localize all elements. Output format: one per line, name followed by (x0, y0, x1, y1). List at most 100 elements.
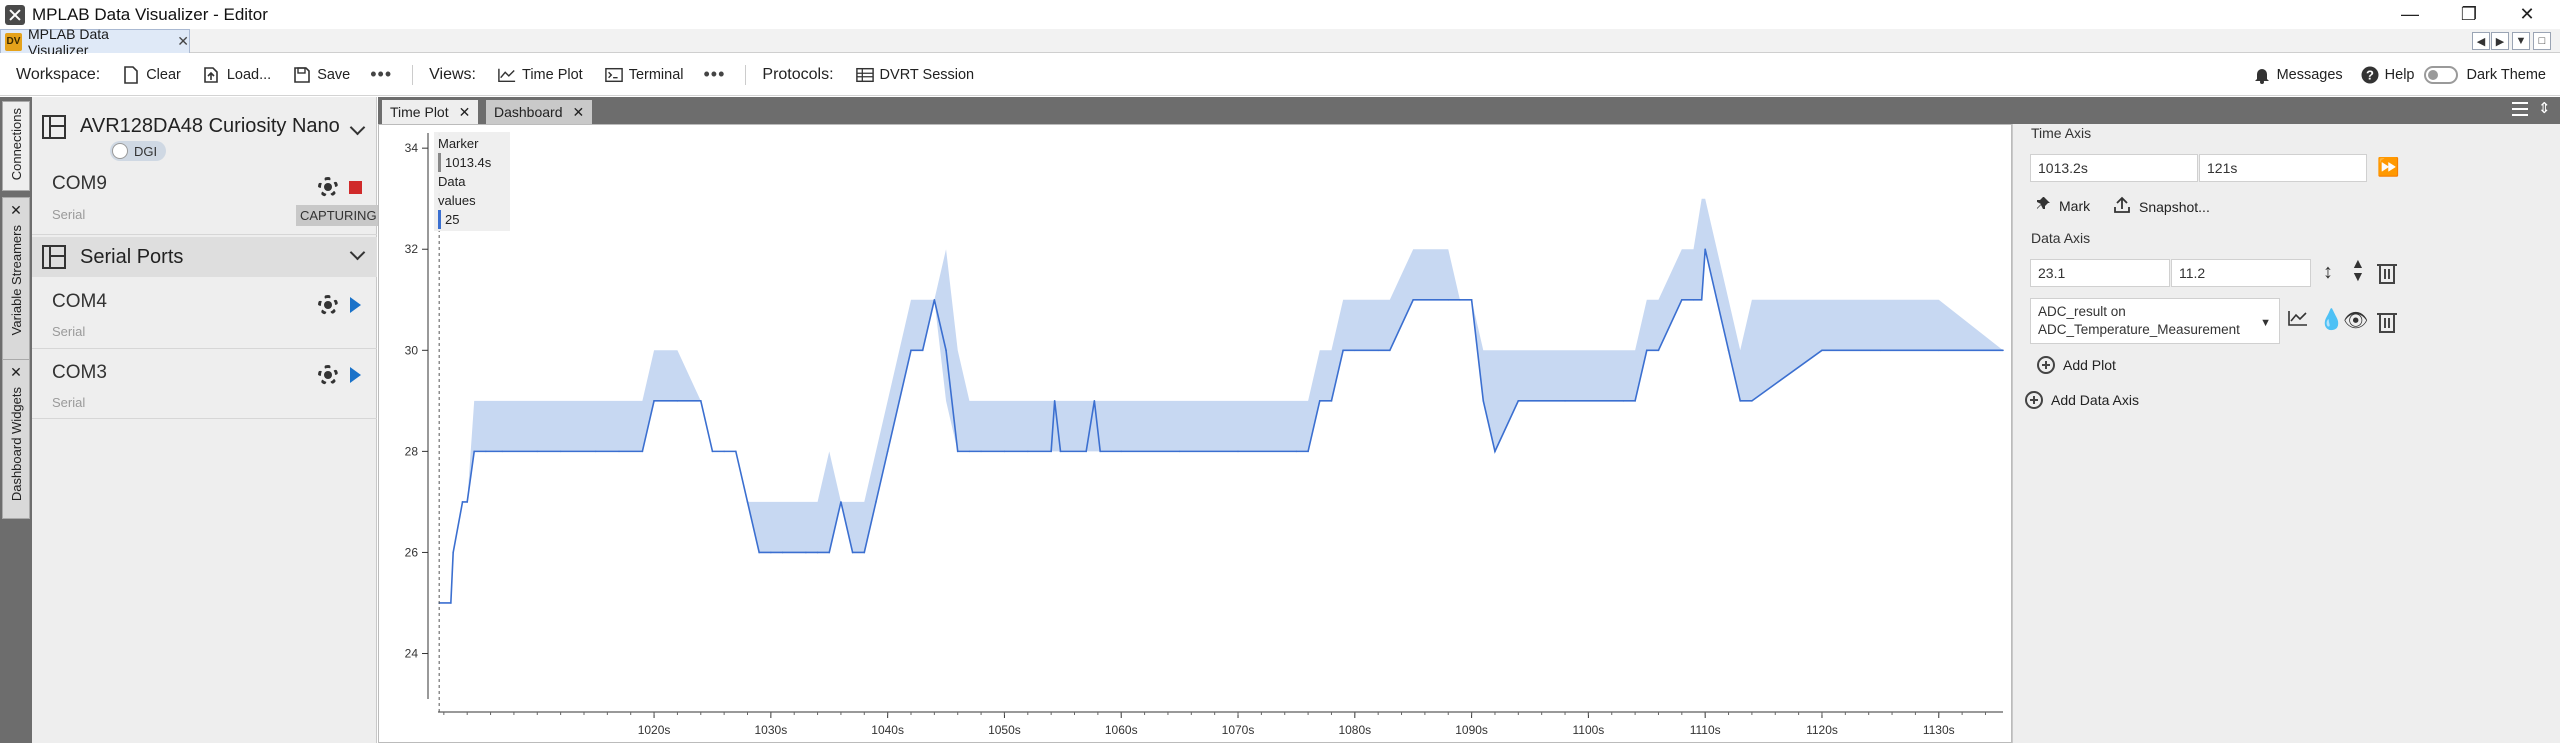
restore-button[interactable]: ❐ (2444, 0, 2494, 29)
add-plot-button[interactable]: Add Plot (2037, 356, 2116, 374)
data-point (461, 501, 464, 503)
collapse-icon[interactable]: ⇕ (2538, 99, 2551, 117)
tab-dashboard[interactable]: Dashboard ✕ (486, 100, 593, 124)
data-point (1059, 450, 1062, 453)
color-drop-icon[interactable]: 💧 (2319, 307, 2344, 332)
data-point (1389, 349, 1391, 352)
tab-connections[interactable]: Connections (2, 101, 30, 191)
plot-tab-bar: Time Plot ✕ Dashboard ✕ ⇕ (378, 97, 2560, 124)
time-plot-button[interactable]: Time Plot (498, 66, 583, 84)
sort-arrows-icon[interactable]: ▲ ▼ (2351, 256, 2365, 283)
toolbar-divider (745, 64, 747, 85)
dark-theme-toggle[interactable] (2424, 65, 2459, 84)
play-icon[interactable] (350, 297, 361, 313)
time-plot-chart[interactable]: 24 26 28 30 32 34 1020s 1030s 1040s 1050s 1060s 107… (379, 125, 2011, 742)
time-plot-area[interactable]: 24 26 28 30 32 34 1020s 1030s 1040s 1050s 1060s 107… (378, 124, 2012, 743)
data-point (1295, 450, 1298, 453)
messages-button[interactable]: Messages (2253, 66, 2343, 84)
close-icon[interactable]: ✕ (459, 104, 471, 121)
help-button[interactable]: ? Help (2361, 66, 2414, 84)
data-point (875, 501, 877, 503)
connection-com9[interactable]: COM9 Serial CAPTURING (32, 165, 381, 235)
serial-ports-group[interactable]: Serial Ports (32, 237, 377, 277)
expand-vertical-icon[interactable]: ↕ (2323, 261, 2333, 284)
chevron-down-icon[interactable] (349, 119, 366, 136)
chevron-down-icon[interactable] (349, 244, 366, 261)
add-data-axis-button[interactable]: Add Data Axis (2025, 391, 2139, 409)
maximize-editor-button[interactable]: □ (2533, 32, 2551, 50)
clear-button[interactable]: Clear (122, 65, 181, 84)
connection-com4[interactable]: COM4 Serial (32, 279, 377, 349)
connections-panel: AVR128DA48 Curiosity Nano DGI COM9 Seria… (32, 97, 381, 743)
dvrt-session-button[interactable]: DVRT Session (855, 66, 974, 84)
add-plot-label: Add Plot (2063, 357, 2116, 373)
y-tick-label: 26 (405, 545, 419, 559)
data-range-field[interactable]: 11.2 (2171, 259, 2311, 287)
y-tick-label: 34 (405, 141, 419, 155)
data-point (746, 501, 749, 503)
gear-icon[interactable] (318, 365, 338, 385)
gear-icon[interactable] (318, 295, 338, 315)
data-center-field[interactable]: 23.1 (2030, 259, 2170, 287)
trash-icon[interactable] (2377, 264, 2397, 284)
data-point (781, 551, 784, 554)
menu-icon[interactable] (2512, 102, 2528, 116)
play-icon[interactable] (350, 367, 361, 383)
save-button[interactable]: Save (293, 66, 350, 84)
device-group[interactable]: AVR128DA48 Curiosity Nano DGI (32, 105, 377, 165)
close-tab-icon[interactable]: ✕ (177, 33, 189, 50)
connection-com3[interactable]: COM3 Serial (32, 349, 377, 419)
stop-icon[interactable] (349, 181, 362, 194)
data-point (1692, 298, 1695, 301)
snapshot-button[interactable]: Snapshot... (2113, 196, 2210, 217)
load-button[interactable]: Load... (203, 66, 271, 84)
x-tick-label: 1020s (638, 723, 671, 737)
messages-label: Messages (2276, 66, 2343, 83)
data-point (1937, 349, 1940, 352)
gear-icon[interactable] (318, 177, 338, 197)
y-tick-label: 24 (405, 647, 419, 661)
data-point (485, 450, 487, 453)
tab-list-button[interactable]: ▼ (2512, 32, 2530, 50)
eye-icon[interactable]: 👁 (2343, 308, 2368, 333)
window-title: MPLAB Data Visualizer - Editor (32, 4, 268, 24)
views-more-button[interactable]: ••• (704, 64, 726, 85)
close-icon[interactable]: ✕ (10, 202, 22, 219)
plot-controls-panel: Time Axis 1013.2s 121s ⏩ Mark Snapshot..… (2012, 124, 2560, 743)
dropdown-arrow-icon: ▼ (2260, 317, 2271, 329)
data-point (1716, 298, 1718, 301)
close-icon[interactable]: ✕ (573, 104, 585, 121)
line-style-icon[interactable] (2288, 310, 2308, 331)
tab-time-plot[interactable]: Time Plot ✕ (382, 100, 479, 124)
close-icon[interactable]: ✕ (10, 364, 22, 381)
tab-dashboard-widgets[interactable]: ✕ Dashboard Widgets (2, 359, 30, 519)
editor-tab[interactable]: DV MPLAB Data Visualizer ✕ (0, 26, 190, 58)
data-point (980, 450, 982, 453)
table-icon (855, 66, 874, 84)
time-start-field[interactable]: 1013.2s (2030, 154, 2198, 182)
trash-icon[interactable] (2377, 313, 2397, 333)
data-point (1482, 400, 1485, 402)
plot-source-select[interactable]: ADC_result on ADC_Temperature_Measuremen… (2030, 298, 2280, 344)
connection-type: Serial (52, 324, 86, 339)
help-icon: ? (2361, 66, 2379, 84)
time-span-field[interactable]: 121s (2199, 154, 2367, 182)
data-point (886, 450, 889, 453)
data-point (770, 551, 772, 554)
mark-button[interactable]: Mark (2035, 196, 2090, 215)
pin-icon (2035, 196, 2051, 215)
scroll-right-button[interactable]: ▶ (2491, 32, 2509, 50)
scroll-left-button[interactable]: ◀ (2472, 32, 2490, 50)
y-tick-label: 30 (405, 343, 419, 357)
plot-source-line: ADC_result on (2038, 304, 2126, 319)
tab-variable-streamers-label: Variable Streamers (8, 225, 24, 336)
fast-forward-icon[interactable]: ⏩ (2377, 157, 2399, 178)
workspace-more-button[interactable]: ••• (370, 64, 392, 85)
terminal-button[interactable]: Terminal (604, 66, 684, 84)
data-point (450, 602, 452, 604)
dgi-toggle[interactable]: DGI (110, 141, 166, 161)
data-point (1003, 450, 1006, 453)
close-button[interactable]: ✕ (2502, 0, 2552, 29)
device-icon (42, 115, 66, 139)
minimize-button[interactable]: — (2385, 0, 2435, 29)
